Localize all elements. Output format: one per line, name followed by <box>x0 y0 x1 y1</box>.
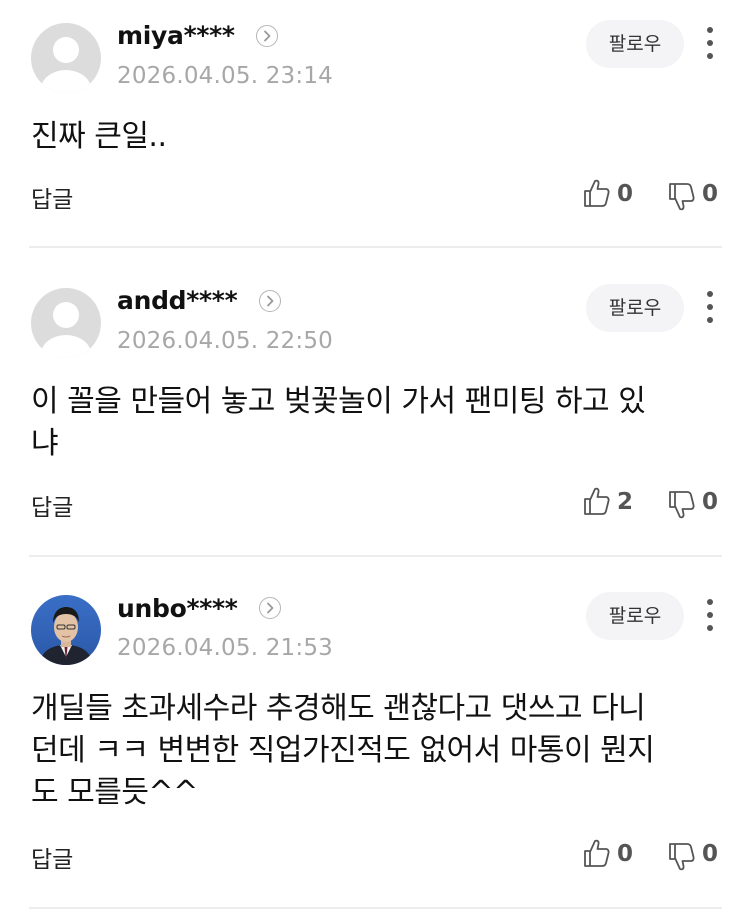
thumbs-up-icon <box>584 487 610 515</box>
profile-photo <box>31 595 101 665</box>
dislike-count: 0 <box>702 181 719 207</box>
follow-button[interactable]: 팔로우 <box>586 284 684 332</box>
reply-button[interactable]: 답글 <box>31 488 73 522</box>
like-count: 0 <box>617 181 634 207</box>
username[interactable]: miya**** <box>117 21 235 50</box>
avatar[interactable] <box>31 23 101 93</box>
more-vertical-icon[interactable] <box>702 597 718 633</box>
dislike-count: 0 <box>702 841 719 867</box>
like-count: 2 <box>617 489 634 515</box>
comment-text: 진짜 큰일.. <box>31 119 167 154</box>
thumbs-down-icon <box>669 491 695 519</box>
follow-button[interactable]: 팔로우 <box>586 592 684 640</box>
divider <box>29 907 722 909</box>
comment-date: 2026.04.05. 23:14 <box>117 63 333 89</box>
comment-text: 개딜들 초과세수라 추경해도 괜찮다고 댓쓰고 다니 던데 ㅋㅋ 변변한 직업가… <box>31 691 655 810</box>
divider <box>29 246 722 248</box>
chevron-right-icon[interactable] <box>259 597 281 619</box>
avatar[interactable] <box>31 288 101 358</box>
more-vertical-icon[interactable] <box>702 25 718 61</box>
follow-button[interactable]: 팔로우 <box>586 20 684 68</box>
divider <box>29 555 722 557</box>
comment-date: 2026.04.05. 22:50 <box>117 328 333 354</box>
thumbs-up-icon <box>584 179 610 207</box>
reply-button[interactable]: 답글 <box>31 840 73 874</box>
like-count: 0 <box>617 841 634 867</box>
thumbs-up-icon <box>584 839 610 867</box>
chevron-right-icon[interactable] <box>259 290 281 312</box>
avatar[interactable] <box>31 595 101 665</box>
thumbs-down-icon <box>669 843 695 871</box>
username[interactable]: unbo**** <box>117 594 238 623</box>
thumbs-down-icon <box>669 183 695 211</box>
comment-date: 2026.04.05. 21:53 <box>117 635 333 661</box>
chevron-right-icon[interactable] <box>256 25 278 47</box>
reply-button[interactable]: 답글 <box>31 180 73 214</box>
comment-text: 이 꼴을 만들어 놓고 벚꽃놀이 가서 팬미팅 하고 있 냐 <box>31 384 646 461</box>
dislike-count: 0 <box>702 489 719 515</box>
username[interactable]: andd**** <box>117 286 238 315</box>
more-vertical-icon[interactable] <box>702 289 718 325</box>
